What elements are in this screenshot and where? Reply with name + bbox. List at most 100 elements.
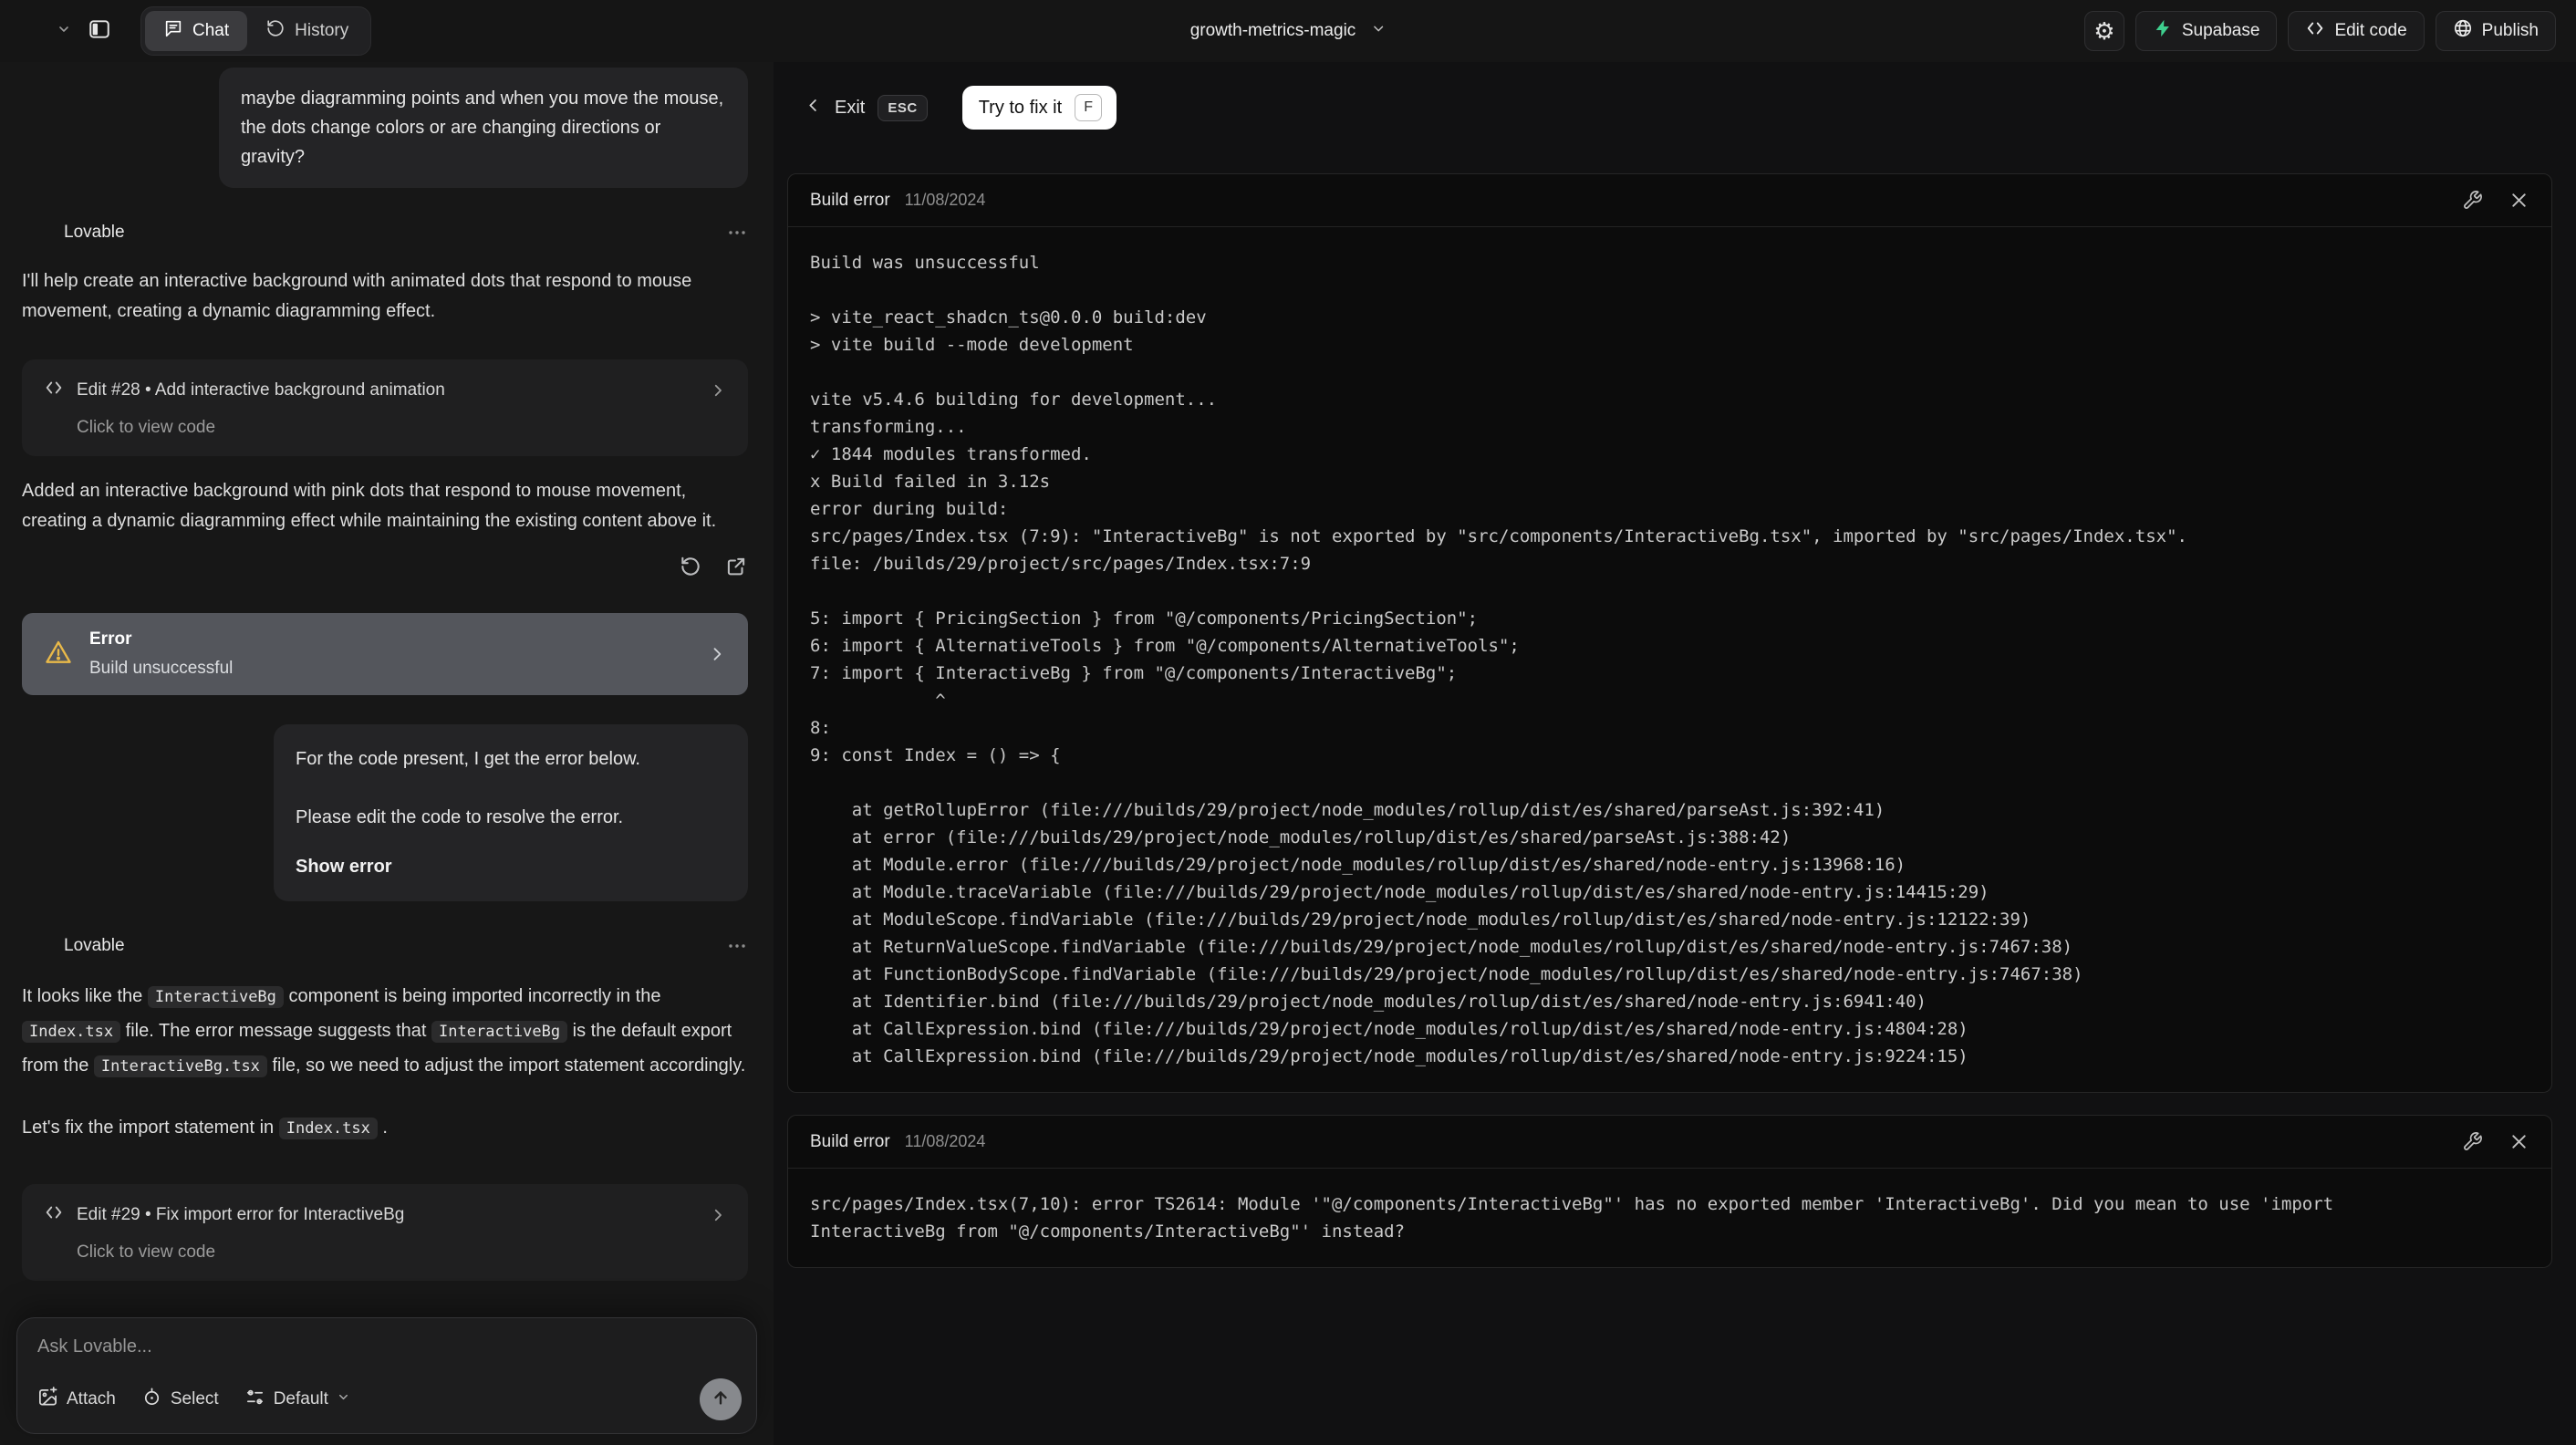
code-brackets-icon (44, 1202, 64, 1228)
target-icon (141, 1387, 162, 1413)
edit-card-29[interactable]: Edit #29 • Fix import error for Interact… (22, 1184, 748, 1281)
build-error-card-1-body[interactable]: Build was unsuccessful > vite_react_shad… (788, 227, 2551, 1092)
try-to-fix-button[interactable]: Try to fix it F (961, 86, 1117, 130)
assistant-name: Lovable (64, 223, 125, 242)
composer-input[interactable]: Ask Lovable... (37, 1336, 736, 1357)
restore-version-icon[interactable] (679, 555, 702, 578)
error-banner[interactable]: Error Build unsuccessful (22, 613, 748, 695)
user-message: For the code present, I get the error be… (274, 724, 748, 901)
chat-panel: maybe diagramming points and when you mo… (0, 62, 774, 1445)
sliders-icon (244, 1387, 265, 1413)
message-more-options-icon[interactable] (726, 222, 748, 244)
warning-triangle-icon (44, 638, 73, 671)
select-element-button[interactable]: Select (141, 1387, 219, 1413)
lovable-avatar-icon (22, 932, 49, 960)
error-banner-subtitle: Build unsuccessful (89, 659, 234, 678)
history-icon (265, 18, 286, 44)
build-error-title: Build error (810, 190, 890, 210)
chevron-left-icon (805, 97, 822, 120)
user-message-line: For the code present, I get the error be… (296, 749, 640, 769)
mode-selector-label: Default (273, 1389, 328, 1409)
close-icon[interactable] (2508, 190, 2529, 211)
edit-code-button-label: Edit code (2334, 21, 2407, 40)
tab-history[interactable]: History (247, 11, 367, 51)
image-plus-icon (37, 1386, 58, 1413)
project-name: growth-metrics-magic (1189, 21, 1356, 40)
arrow-up-icon (711, 1388, 731, 1412)
settings-button[interactable]: ⚙ (2083, 11, 2124, 51)
attach-button[interactable]: Attach (37, 1386, 116, 1413)
build-error-card-1-header: Build error 11/08/2024 (788, 174, 2551, 227)
error-banner-texts: Error Build unsuccessful (89, 629, 233, 679)
supabase-icon (2153, 18, 2173, 44)
assistant-reply-text: Added an interactive background with pin… (22, 481, 717, 531)
build-error-title: Build error (810, 1131, 890, 1151)
project-switcher[interactable]: growth-metrics-magic (1190, 0, 1387, 62)
wrench-icon[interactable] (2462, 1131, 2483, 1152)
build-error-card-actions (2462, 1131, 2529, 1152)
preview-header: Exit ESC Try to fix it F (805, 86, 2576, 130)
select-button-label: Select (170, 1389, 219, 1409)
chat-messages: maybe diagramming points and when you mo… (0, 62, 774, 1308)
publish-button-label: Publish (2481, 21, 2539, 40)
main-split: maybe diagramming points and when you mo… (0, 62, 2576, 1445)
chevron-right-icon (708, 645, 726, 663)
assistant-reply-richtext: Let's fix the import statement in Index.… (22, 1118, 388, 1139)
exit-button-label: Exit (835, 97, 866, 118)
console-output: Build was unsuccessful > vite_react_shad… (810, 253, 2187, 1066)
gear-icon: ⚙ (2093, 17, 2115, 45)
edit-card-28-title: Edit #28 • Add interactive background an… (77, 380, 445, 400)
chat-history-segmented-control: Chat History (140, 6, 372, 56)
user-message: maybe diagramming points and when you mo… (219, 68, 748, 188)
user-message-text: maybe diagramming points and when you mo… (241, 88, 724, 167)
error-banner-title: Error (89, 629, 132, 649)
message-actions-row (22, 555, 748, 578)
publish-button[interactable]: Publish (2435, 11, 2556, 51)
try-to-fix-label: Try to fix it (978, 97, 1063, 118)
edit-code-button[interactable]: Edit code (2288, 11, 2425, 51)
f-key-badge: F (1075, 94, 1103, 121)
message-more-options-icon[interactable] (726, 935, 748, 957)
wrench-icon[interactable] (2462, 190, 2483, 211)
show-error-link[interactable]: Show error (296, 852, 726, 881)
tab-chat[interactable]: Chat (145, 11, 248, 51)
user-message-line: Please edit the code to resolve the erro… (296, 807, 624, 827)
project-chevron-down-icon (1370, 21, 1386, 41)
build-error-date: 11/08/2024 (904, 1132, 986, 1150)
sidebar-toggle-button[interactable] (80, 12, 119, 50)
code-brackets-icon (2305, 18, 2325, 44)
supabase-button[interactable]: Supabase (2135, 11, 2278, 51)
edit-card-28-subtitle: Click to view code (77, 418, 216, 437)
top-bar-right: ⚙ Supabase Edit code Publish (2083, 11, 2556, 51)
top-bar-left: Chat History (20, 6, 372, 56)
lovable-avatar-icon (22, 219, 49, 246)
edit-card-29-title: Edit #29 • Fix import error for Interact… (77, 1205, 405, 1224)
chevron-right-icon (710, 1207, 726, 1223)
send-button[interactable] (700, 1378, 742, 1420)
assistant-name: Lovable (64, 936, 125, 955)
tab-history-label: History (295, 21, 349, 40)
edit-card-29-subtitle: Click to view code (77, 1242, 216, 1262)
supabase-button-label: Supabase (2181, 21, 2260, 40)
open-preview-external-icon[interactable] (724, 555, 748, 578)
lovable-logo-icon[interactable] (20, 17, 47, 45)
esc-key-badge: ESC (878, 94, 928, 121)
build-error-card-2-header: Build error 11/08/2024 (788, 1116, 2551, 1169)
assistant-reply-text: I'll help create an interactive backgrou… (22, 271, 692, 321)
build-error-card-1: Build error 11/08/2024 Build was unsucce… (787, 173, 2552, 1093)
edit-card-28[interactable]: Edit #28 • Add interactive background an… (22, 359, 748, 456)
logo-chevron-down-icon[interactable] (57, 22, 71, 41)
assistant-reply-richtext: It looks like the InteractiveBg componen… (22, 986, 746, 1077)
build-error-card-2-body[interactable]: src/pages/Index.tsx(7,10): error TS2614:… (788, 1169, 2551, 1267)
code-brackets-icon (44, 378, 64, 403)
build-error-card-2: Build error 11/08/2024 src/pages/Index.t… (787, 1115, 2552, 1268)
exit-button[interactable]: Exit ESC (805, 94, 928, 121)
lovable-app-window: Chat History growth-metrics-magic ⚙ Supa… (0, 0, 2576, 1445)
assistant-header: Lovable (22, 219, 748, 246)
build-error-date: 11/08/2024 (904, 191, 986, 209)
chat-mode-selector[interactable]: Default (244, 1387, 350, 1413)
top-bar: Chat History growth-metrics-magic ⚙ Supa… (0, 0, 2576, 62)
panel-left-icon (88, 17, 111, 46)
chat-composer[interactable]: Ask Lovable... Attach Select Default (16, 1317, 757, 1434)
close-icon[interactable] (2508, 1131, 2529, 1152)
